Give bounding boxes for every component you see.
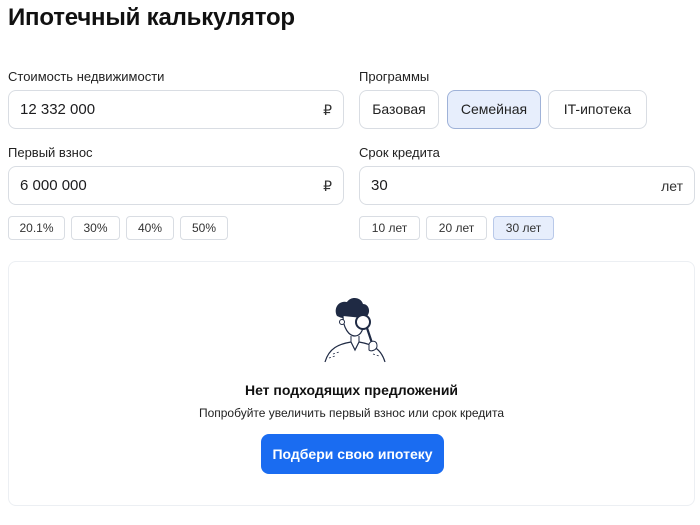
property-cost-input[interactable]: 12 332 000 ₽ (8, 90, 344, 129)
term-preset-30[interactable]: 30 лет (493, 216, 554, 240)
down-payment-preset-50[interactable]: 50% (180, 216, 228, 240)
program-family-button[interactable]: Семейная (447, 90, 541, 129)
empty-state-title: Нет подходящих предложений (244, 382, 459, 398)
term-input[interactable]: 30 лет (359, 166, 695, 205)
down-payment-value: 6 000 000 (20, 177, 87, 194)
property-cost-value: 12 332 000 (20, 101, 96, 118)
programs-label: Программы (359, 69, 430, 84)
empty-state-subtitle: Попробуйте увеличить первый взнос или ср… (198, 406, 505, 420)
term-value: 30 (371, 177, 388, 194)
term-label: Срок кредита (359, 145, 440, 160)
term-preset-20[interactable]: 20 лет (426, 216, 487, 240)
term-unit: лет (661, 178, 683, 194)
person-with-magnifier-illustration (324, 298, 386, 363)
find-mortgage-button[interactable]: Подбери свою ипотеку (261, 434, 444, 474)
down-payment-preset-30[interactable]: 30% (71, 216, 120, 240)
down-payment-input[interactable]: 6 000 000 ₽ (8, 166, 344, 205)
ruble-sign: ₽ (323, 102, 332, 118)
down-payment-preset-20[interactable]: 20.1% (8, 216, 65, 240)
down-payment-preset-40[interactable]: 40% (126, 216, 174, 240)
page-title: Ипотечный калькулятор (8, 4, 295, 31)
down-payment-label: Первый взнос (8, 145, 93, 160)
program-basic-button[interactable]: Базовая (359, 90, 439, 129)
program-it-button[interactable]: IT-ипотека (548, 90, 647, 129)
term-preset-10[interactable]: 10 лет (359, 216, 420, 240)
result-card: Нет подходящих предложений Попробуйте ув… (8, 261, 695, 506)
property-cost-label: Стоимость недвижимости (8, 69, 165, 84)
ruble-sign: ₽ (323, 178, 332, 194)
